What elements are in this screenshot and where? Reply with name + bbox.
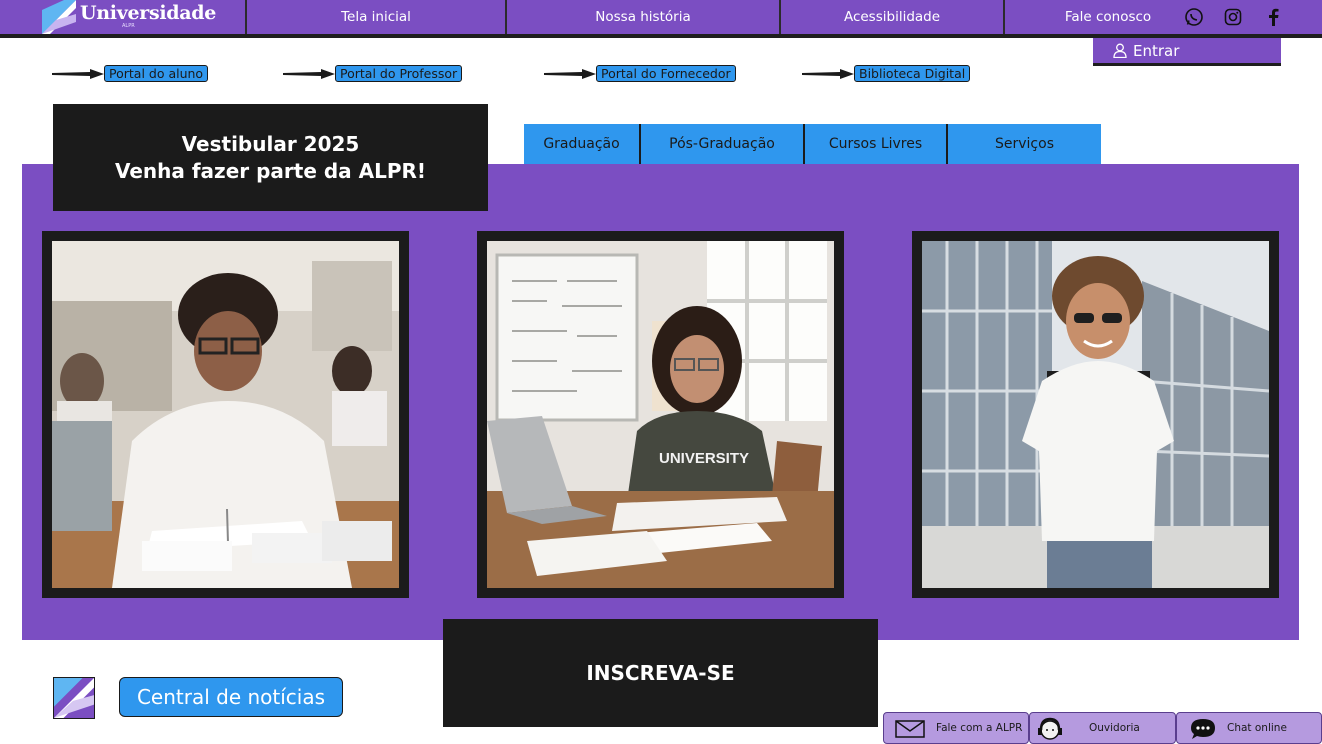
inscreva-se-button[interactable]: INSCREVA-SE	[443, 619, 878, 727]
arrow-right-icon	[544, 68, 596, 79]
fale-com-alpr-button[interactable]: Fale com a ALPR	[883, 712, 1029, 744]
nav-acessibilidade[interactable]: Acessibilidade	[781, 0, 1003, 34]
arrow-right-icon	[283, 68, 335, 79]
logo-subtext: ALPR	[122, 23, 135, 29]
svg-text:UNIVERSITY: UNIVERSITY	[659, 450, 749, 467]
portal-label: Biblioteca Digital	[854, 65, 971, 82]
portal-professor-link[interactable]: Portal do Professor	[283, 65, 463, 82]
vestibular-banner: Vestibular 2025 Venha fazer parte da ALP…	[53, 104, 488, 211]
banner-line-1: Vestibular 2025	[181, 131, 360, 156]
university-logo[interactable]: Universidade ALPR	[42, 0, 246, 34]
student-campus-image	[922, 241, 1269, 588]
ouvidoria-button[interactable]: Ouvidoria	[1029, 712, 1176, 744]
login-button[interactable]: Entrar	[1093, 38, 1281, 66]
portal-fornecedor-link[interactable]: Portal do Fornecedor	[544, 65, 736, 82]
portal-label: Portal do Fornecedor	[596, 65, 736, 82]
footer-button-label: Fale com a ALPR	[936, 722, 1023, 734]
envelope-icon	[895, 720, 925, 738]
arrow-right-icon	[802, 68, 854, 79]
logo-text: Universidade	[80, 2, 217, 24]
whatsapp-icon[interactable]	[1183, 6, 1205, 28]
nav-divider	[1003, 0, 1005, 34]
course-tabs: Graduação Pós-Graduação Cursos Livres Se…	[524, 124, 1101, 164]
footer-button-label: Ouvidoria	[1089, 722, 1140, 734]
page: Universidade ALPR Tela inicial Nossa his…	[0, 0, 1322, 744]
arrow-right-icon	[52, 68, 104, 79]
biblioteca-digital-link[interactable]: Biblioteca Digital	[802, 65, 971, 82]
student-photo-1	[42, 231, 409, 598]
student-reading-image	[52, 241, 399, 588]
portal-aluno-link[interactable]: Portal do aluno	[52, 65, 209, 82]
headset-icon	[1038, 717, 1062, 740]
logo-mark-icon	[42, 0, 76, 34]
facebook-icon[interactable]	[1262, 6, 1284, 28]
tab-graduacao[interactable]: Graduação	[524, 124, 641, 164]
tab-servicos[interactable]: Serviços	[948, 124, 1101, 164]
nav-tela-inicial[interactable]: Tela inicial	[247, 0, 505, 34]
portal-label: Portal do aluno	[104, 65, 209, 82]
banner-line-2: Venha fazer parte da ALPR!	[114, 158, 427, 183]
chat-bubble-icon	[1191, 719, 1215, 739]
tab-cursos-livres[interactable]: Cursos Livres	[805, 124, 948, 164]
top-navbar: Universidade ALPR Tela inicial Nossa his…	[0, 0, 1322, 38]
student-desk-image: UNIVERSITY	[487, 241, 834, 588]
portal-label: Portal do Professor	[335, 65, 463, 82]
tab-pos-graduacao[interactable]: Pós-Graduação	[641, 124, 805, 164]
central-noticias-button[interactable]: Central de notícias	[119, 677, 343, 717]
user-icon	[1113, 43, 1127, 58]
student-photo-2: UNIVERSITY	[477, 231, 844, 598]
nav-nossa-historia[interactable]: Nossa história	[507, 0, 779, 34]
login-label: Entrar	[1133, 41, 1180, 60]
student-photo-3	[912, 231, 1279, 598]
chat-online-button[interactable]: Chat online	[1176, 712, 1322, 744]
nav-fale-conosco[interactable]: Fale conosco	[1040, 0, 1176, 34]
footer-button-label: Chat online	[1227, 722, 1287, 734]
news-logo-icon	[53, 677, 95, 719]
instagram-icon[interactable]	[1222, 6, 1244, 28]
